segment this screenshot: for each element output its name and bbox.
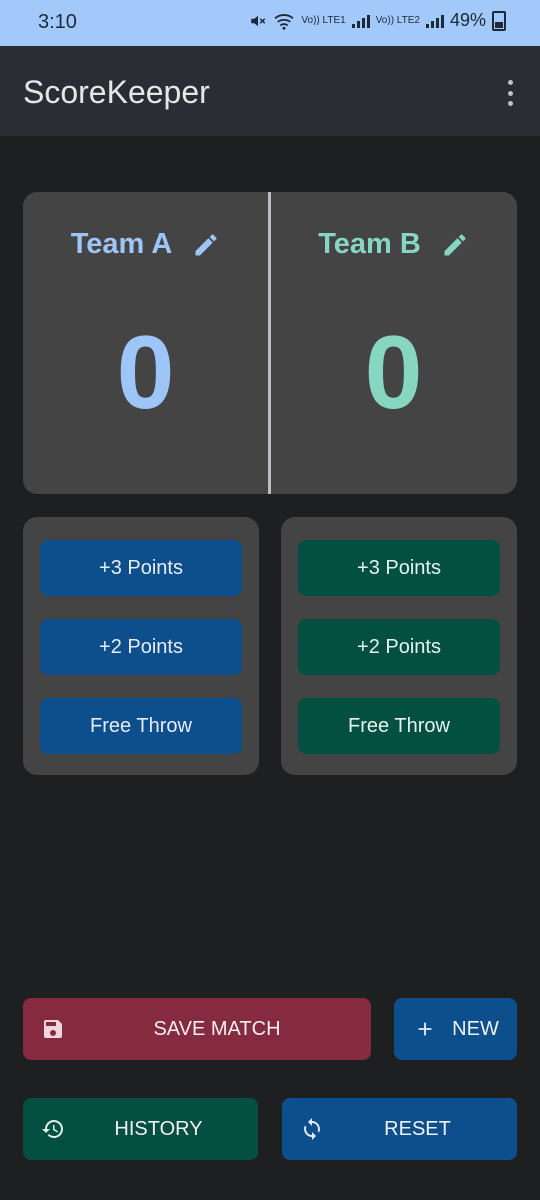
more-vert-icon[interactable]	[502, 80, 518, 106]
team-a-plus-3-button[interactable]: +3 Points	[40, 540, 242, 596]
team-a-score: 0	[116, 315, 175, 431]
history-label: HISTORY	[114, 1117, 203, 1140]
edit-team-a-icon[interactable]	[192, 231, 220, 259]
team-b-score: 0	[364, 315, 423, 431]
new-button[interactable]: NEW	[394, 998, 517, 1060]
save-match-button[interactable]: SAVE MATCH	[23, 998, 371, 1060]
team-b-score-panel: Team B 0	[271, 192, 516, 494]
team-a-controls: +3 Points +2 Points Free Throw	[23, 517, 259, 775]
sim1-label: Vo)) LTE1	[301, 14, 346, 26]
new-label: NEW	[452, 1017, 499, 1040]
mute-icon	[251, 15, 266, 26]
signal-1-icon	[351, 14, 370, 28]
team-a-name: Team A	[70, 228, 173, 260]
team-b-name: Team B	[318, 228, 421, 260]
battery-icon	[492, 10, 506, 31]
app-title: ScoreKeeper	[23, 74, 210, 110]
wifi-icon	[274, 13, 294, 30]
battery-percent: 49%	[449, 10, 486, 30]
status-bar: 3:10 Vo)) LTE1 Vo)) LTE2 49%	[0, 0, 540, 46]
team-b-plus-2-button[interactable]: +2 Points	[298, 619, 500, 675]
status-time: 3:10	[38, 11, 77, 33]
history-button[interactable]: HISTORY	[23, 1098, 258, 1160]
app-bar: ScoreKeeper	[0, 46, 540, 136]
team-a-score-panel: Team A 0	[23, 192, 268, 494]
team-b-plus-3-button[interactable]: +3 Points	[298, 540, 500, 596]
signal-2-icon	[425, 14, 444, 28]
edit-team-b-icon[interactable]	[441, 231, 469, 259]
team-b-name-row: Team B	[271, 228, 516, 261]
team-a-free-throw-button[interactable]: Free Throw	[40, 698, 242, 754]
team-a-name-row: Team A	[23, 228, 268, 261]
team-a-plus-2-button[interactable]: +2 Points	[40, 619, 242, 675]
reset-button[interactable]: RESET	[282, 1098, 517, 1160]
status-icons: Vo)) LTE1 Vo)) LTE2 49%	[249, 10, 506, 31]
team-b-free-throw-button[interactable]: Free Throw	[298, 698, 500, 754]
save-match-label: SAVE MATCH	[153, 1017, 281, 1040]
sim2-label: Vo)) LTE2	[375, 14, 420, 26]
scoreboard-card: Team A 0 Team B 0	[23, 192, 517, 494]
team-b-controls: +3 Points +2 Points Free Throw	[281, 517, 517, 775]
reset-label: RESET	[384, 1117, 451, 1140]
